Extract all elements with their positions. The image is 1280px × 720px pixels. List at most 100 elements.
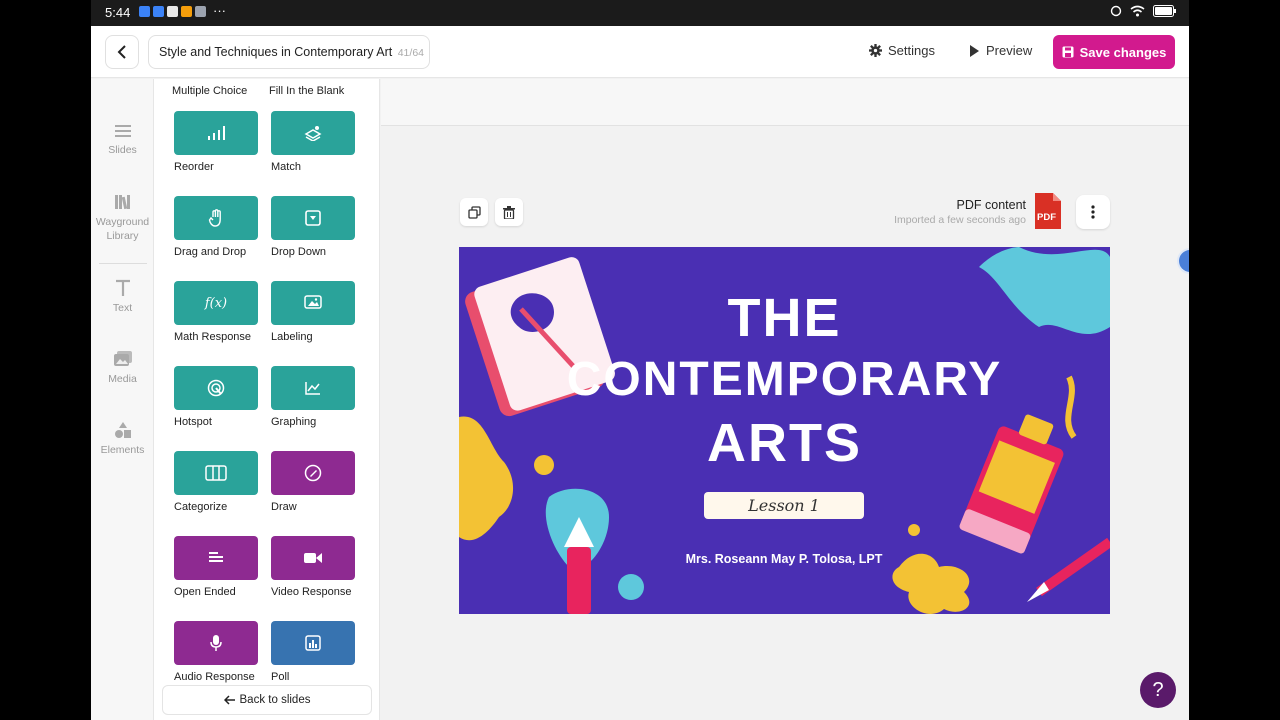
question-type-label: Poll [271,671,290,683]
question-tile[interactable] [271,111,355,155]
question-type-match[interactable]: Match [271,111,355,173]
title-char-count: 41/64 [397,47,424,59]
rail-item-elements[interactable]: Elements [91,421,154,457]
question-type-audio-response[interactable]: Audio Response [174,621,258,683]
question-label-fill-blank[interactable]: Fill In the Blank [269,85,344,97]
title-field[interactable]: Style and Techniques in Contemporary Art… [148,35,430,69]
question-type-label: Graphing [271,416,317,428]
text-lines-icon [209,552,223,562]
media-icon [113,351,132,366]
lesson-label: Lesson 1 [704,492,864,519]
question-type-math-response[interactable]: f(x) Math Response [174,281,258,343]
battery-icon [1153,5,1176,17]
left-rail: Slides Wayground Library Text Media Elem… [91,79,154,720]
question-tile[interactable] [174,366,258,410]
question-type-label: Hotspot [174,416,212,428]
pdf-content-title: PDF content [956,198,1026,212]
kebab-menu-icon [1091,205,1095,219]
app-notification-icon [153,6,164,17]
columns-icon [205,465,227,481]
status-time: 5:44 [105,5,131,20]
question-tile[interactable] [174,621,258,665]
match-icon [304,126,322,141]
save-changes-button[interactable]: Save changes [1053,35,1175,69]
question-type-hotspot[interactable]: Hotspot [174,366,258,428]
pdf-import-status: Imported a few seconds ago [894,214,1026,226]
question-type-reorder[interactable]: Reorder [174,111,258,173]
save-icon [1062,46,1074,58]
rail-label: Wayground Library [95,216,150,242]
question-type-draw[interactable]: Draw [271,451,355,513]
question-type-graphing[interactable]: Graphing [271,366,355,428]
rail-item-media[interactable]: Media [91,350,154,386]
slide-title-line-2: CONTEMPORARY [566,353,1003,406]
slide-preview[interactable]: THE CONTEMPORARY ARTS Lesson 1 Mrs. Rose… [459,247,1110,614]
question-tile[interactable] [174,111,258,155]
rail-label: Elements [100,444,145,456]
question-tile[interactable] [271,366,355,410]
question-tile[interactable] [174,536,258,580]
question-tile[interactable] [271,621,355,665]
preview-button[interactable]: Preview [969,43,1032,58]
question-type-video-response[interactable]: Video Response [271,536,355,598]
delete-button[interactable] [495,198,523,226]
side-handle[interactable] [1177,248,1189,274]
gear-icon [869,44,882,57]
shapes-icon [114,422,131,438]
rail-item-library[interactable]: Wayground Library [91,193,154,243]
target-icon [207,379,225,397]
back-to-slides-button[interactable]: Back to slides [162,685,372,715]
back-to-slides-label: Back to slides [239,694,311,706]
list-icon [114,125,131,137]
question-tile[interactable] [174,451,258,495]
arrow-left-icon [223,695,235,705]
more-options-button[interactable] [1076,195,1110,229]
question-tile[interactable] [271,451,355,495]
rail-item-slides[interactable]: Slides [91,123,154,157]
editor-header: Style and Techniques in Contemporary Art… [91,26,1189,78]
question-type-panel: Multiple Choice Fill In the Blank Reorde… [154,79,380,720]
back-button[interactable] [105,35,139,69]
canvas-toolbar-strip [381,79,1189,126]
help-button[interactable]: ? [1140,672,1176,708]
status-bar: 5:44 ··· [91,0,1189,26]
question-label-multiple-choice[interactable]: Multiple Choice [172,85,247,97]
question-type-label: Labeling [271,331,313,343]
question-type-drag-drop[interactable]: Drag and Drop [174,196,258,258]
question-tile[interactable]: f(x) [174,281,258,325]
question-type-label: Drop Down [271,246,327,258]
rail-item-text[interactable]: Text [91,279,154,315]
question-type-poll[interactable]: Poll [271,621,355,683]
question-type-label: Math Response [174,331,252,343]
question-tile[interactable] [271,536,355,580]
question-type-label: Match [271,161,301,173]
dropdown-icon [305,210,321,226]
question-tile[interactable] [174,196,258,240]
question-type-label: Categorize [174,501,228,513]
help-icon: ? [1152,678,1164,701]
question-type-drop-down[interactable]: Drop Down [271,196,355,258]
pdf-file-icon: PDF [1033,193,1061,229]
preview-label: Preview [986,43,1033,58]
mic-icon [210,635,222,651]
poll-icon [305,635,321,651]
question-type-labeling[interactable]: Labeling [271,281,355,343]
bars-icon [208,126,225,140]
question-type-open-ended[interactable]: Open Ended [174,536,258,598]
question-type-categorize[interactable]: Categorize [174,451,258,513]
duplicate-button[interactable] [460,198,488,226]
pdf-badge-text: PDF [1037,212,1056,223]
library-icon [114,195,130,210]
question-tile[interactable] [271,281,355,325]
app-notification-icon [181,6,192,17]
rail-divider [99,263,147,264]
pen-icon [304,464,322,482]
slide-title-line-3: ARTS [707,413,862,473]
settings-button[interactable]: Settings [869,43,935,58]
question-tile[interactable] [271,196,355,240]
hand-icon [208,209,221,227]
rail-label: Media [108,373,137,385]
slide-author: Mrs. Roseann May P. Tolosa, LPT [685,552,883,566]
nfc-icon [1110,5,1122,17]
rail-label: Text [112,302,133,314]
